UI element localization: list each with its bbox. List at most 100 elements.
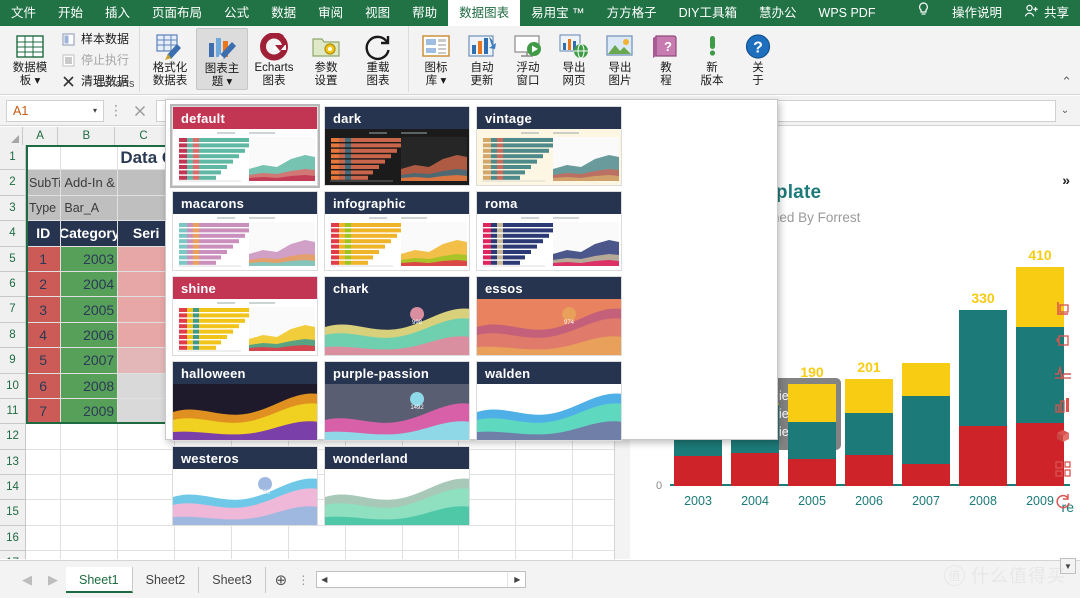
menu-item-14[interactable]: WPS PDF <box>808 0 887 26</box>
theme-card-infographic[interactable]: infographic <box>324 191 470 271</box>
column-header-A[interactable]: A <box>22 127 59 145</box>
sheet-tab-sheet1[interactable]: Sheet1 <box>66 566 133 593</box>
menu-item-0[interactable]: 文件 <box>0 0 47 26</box>
grid-cell[interactable] <box>459 551 517 559</box>
chart-bar-2005[interactable] <box>788 384 836 486</box>
data-template-button[interactable]: 数据模 板 ▾ <box>4 28 56 88</box>
sample-data-button[interactable]: 样本数据 <box>58 29 131 50</box>
menu-item-10[interactable]: 易用宝 ™ <box>520 0 595 26</box>
ribbon-button-about-question[interactable]: ? 关于 <box>735 28 781 88</box>
grid-cell[interactable] <box>516 551 574 559</box>
cell-id[interactable]: 1 <box>26 246 62 272</box>
cell-category[interactable]: 2009 <box>61 398 119 425</box>
ribbon-button-chart-theme-brush[interactable]: 图表主题 ▾ <box>196 28 249 90</box>
grid-cell[interactable] <box>118 500 176 526</box>
row-header-6[interactable]: 6 <box>0 271 26 298</box>
subtitle-label-cell[interactable]: SubTi <box>26 170 62 196</box>
bar-chart-icon[interactable] <box>1054 396 1072 414</box>
ribbon-button-refresh-circle[interactable]: 重载 图表 <box>352 28 404 88</box>
grid-cell[interactable] <box>26 525 62 552</box>
row-header-9[interactable]: 9 <box>0 348 26 374</box>
menu-item-12[interactable]: DIY工具箱 <box>668 0 748 26</box>
cell-category[interactable]: 2006 <box>61 322 119 349</box>
row-header-1[interactable]: 1 <box>0 145 26 171</box>
vertical-dots-icon[interactable]: ⋮ <box>296 573 312 587</box>
help-label[interactable]: 操作说明 <box>941 0 1013 26</box>
cell-category[interactable]: 2003 <box>61 246 119 272</box>
ribbon-button-auto-update[interactable]: 自动 更新 <box>459 28 505 88</box>
theme-card-walden[interactable]: walden <box>476 361 622 441</box>
cell-category[interactable]: 2008 <box>61 373 119 399</box>
pulse-line-icon[interactable] <box>1054 364 1072 382</box>
chart-bar-2006[interactable] <box>845 378 893 486</box>
row-header-16[interactable]: 16 <box>0 525 26 552</box>
plus-circle-icon[interactable]: ⊕ <box>266 571 296 589</box>
sheet-tab-sheet2[interactable]: Sheet2 <box>133 566 200 593</box>
ribbon-button-tutorial-book[interactable]: ? 教程 <box>643 28 689 88</box>
type-label-cell[interactable]: Type <box>26 195 62 222</box>
theme-card-westeros[interactable]: westeros 700 <box>172 446 318 526</box>
row-header-10[interactable]: 10 <box>0 373 26 399</box>
grid-cell[interactable] <box>61 424 119 450</box>
scroll-track[interactable] <box>331 572 510 587</box>
row-header-4[interactable]: 4 <box>0 221 26 247</box>
grid-cell[interactable] <box>61 551 119 559</box>
chart-bar-2007[interactable] <box>902 363 950 486</box>
header-cell-category[interactable]: Category <box>61 221 119 247</box>
theme-card-grid[interactable]: default dark vintage macarons infographic rom… <box>170 104 777 531</box>
chevron-up-icon[interactable]: ⌃ <box>1061 74 1072 90</box>
formula-expand-button[interactable]: ⌄ <box>1056 105 1074 116</box>
lightbulb-icon[interactable] <box>906 0 941 26</box>
menu-item-4[interactable]: 公式 <box>213 0 260 26</box>
row-header-15[interactable]: 15 <box>0 500 26 526</box>
horizontal-scrollbar[interactable]: ◀ ▶ <box>315 571 526 588</box>
vertical-dots-icon[interactable]: ⋮ <box>104 100 128 122</box>
grid-cell[interactable] <box>26 500 62 526</box>
grid-cell[interactable] <box>26 449 62 476</box>
theme-card-shine[interactable]: shine <box>172 276 318 356</box>
cell-category[interactable]: 2004 <box>61 271 119 298</box>
grid-blocks-icon[interactable] <box>1054 460 1072 478</box>
theme-card-macarons[interactable]: macarons <box>172 191 318 271</box>
chart-theme-dropdown-panel[interactable]: default dark vintage macarons infographic rom… <box>165 99 778 526</box>
ribbon-button-new-version[interactable]: 新版本 <box>689 28 735 88</box>
ribbon-button-folder-gear[interactable]: 参数 设置 <box>300 28 352 88</box>
grid-cell[interactable] <box>346 551 403 559</box>
cell-id[interactable]: 6 <box>26 373 62 399</box>
row-header-3[interactable]: 3 <box>0 195 26 222</box>
sheet-tabs[interactable]: Sheet1 Sheet2 Sheet3 <box>66 566 266 593</box>
chart-bar-2008[interactable] <box>959 309 1007 486</box>
grid-cell[interactable] <box>61 475 119 501</box>
grid-cell[interactable] <box>26 551 62 559</box>
column-header-C[interactable]: C <box>115 127 173 145</box>
chevron-double-right-icon[interactable]: » <box>1062 172 1070 188</box>
menu-item-9[interactable]: 数据图表 <box>448 0 521 26</box>
ribbon-button-export-image[interactable]: 导出 图片 <box>597 28 643 88</box>
select-all-corner[interactable] <box>0 127 23 145</box>
row-header-14[interactable]: 14 <box>0 475 26 501</box>
table-row[interactable] <box>26 551 630 559</box>
menu-item-2[interactable]: 插入 <box>94 0 141 26</box>
cell-id[interactable]: 3 <box>26 297 62 323</box>
ribbon-button-echarts-ring[interactable]: Echarts 图表 <box>248 28 300 88</box>
cell-category[interactable]: 2007 <box>61 348 119 374</box>
theme-card-vintage[interactable]: vintage <box>476 106 622 186</box>
row-header-13[interactable]: 13 <box>0 449 26 476</box>
ribbon-button-export-web[interactable]: 导出 网页 <box>551 28 597 88</box>
grid-cell[interactable] <box>61 500 119 526</box>
ribbon-button-floating-window[interactable]: 浮动 窗口 <box>505 28 551 88</box>
row-header-5[interactable]: 5 <box>0 246 26 272</box>
scroll-left-icon[interactable]: ◀ <box>317 575 332 584</box>
theme-card-essos[interactable]: essos 974 <box>476 276 622 356</box>
cell-id[interactable]: 2 <box>26 271 62 298</box>
menu-item-13[interactable]: 慧办公 <box>748 0 808 26</box>
column-header-B[interactable]: B <box>58 127 116 145</box>
theme-card-roma[interactable]: roma <box>476 191 622 271</box>
menu-item-7[interactable]: 视图 <box>354 0 401 26</box>
refresh-arrow-icon[interactable] <box>1054 492 1072 510</box>
chevron-left-icon[interactable]: ◀ <box>14 572 40 588</box>
grid-cell[interactable] <box>175 551 232 559</box>
menu-item-3[interactable]: 页面布局 <box>141 0 213 26</box>
cell-id[interactable]: 5 <box>26 348 62 374</box>
grid-cell[interactable] <box>232 551 289 559</box>
